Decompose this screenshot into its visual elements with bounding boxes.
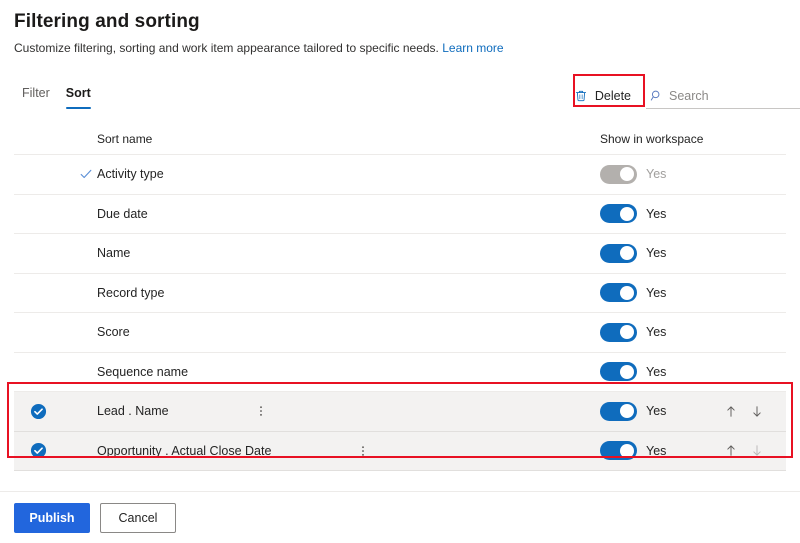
row-hover-check-cell [14, 167, 97, 181]
toggle-knob [620, 404, 634, 419]
more-options-icon[interactable] [255, 404, 267, 418]
show-in-workspace-toggle[interactable] [600, 401, 637, 421]
row-checkbox-checked-icon[interactable] [30, 403, 47, 420]
show-in-workspace-toggle[interactable] [600, 204, 637, 224]
row-name-label: Name [97, 246, 131, 261]
checkmark-icon[interactable] [79, 167, 93, 181]
tab-filter[interactable]: Filter [14, 74, 58, 111]
command-bar: Filter Sort Delete [0, 74, 800, 118]
toggle-state-label: Yes [646, 246, 667, 261]
row-name-label: Lead . Name [97, 404, 169, 419]
trash-icon [574, 89, 588, 103]
row-overflow-cell [271, 444, 461, 458]
more-options-icon[interactable] [357, 444, 369, 458]
row-name-cell: Sequence name [97, 364, 600, 380]
tab-sort[interactable]: Sort [58, 74, 99, 111]
row-show-in-workspace-cell: Yes [600, 283, 724, 303]
row-name-cell: Lead . Name [97, 403, 600, 419]
row-checkbox-cell [14, 442, 97, 459]
row-show-in-workspace-cell: Yes [600, 204, 724, 224]
row-checkbox-checked-icon[interactable] [30, 442, 47, 459]
sort-table: Sort name Show in workspace Activity typ… [0, 124, 800, 471]
toggle-knob [620, 206, 634, 221]
table-row[interactable]: Due date Yes [14, 195, 786, 234]
search-input[interactable] [669, 88, 789, 103]
row-name-cell: Name [97, 245, 600, 261]
row-name-cell: Activity type [97, 166, 600, 182]
row-show-in-workspace-cell: Yes [600, 164, 724, 184]
search-icon [650, 89, 663, 102]
delete-button[interactable]: Delete [565, 82, 640, 110]
row-name-label: Sequence name [97, 364, 189, 379]
toggle-knob [620, 325, 634, 340]
command-bar-actions: Delete [565, 74, 800, 118]
row-reorder-cell [724, 404, 786, 419]
show-in-workspace-toggle[interactable] [600, 283, 637, 303]
row-name-label: Score [97, 325, 130, 340]
row-name-label: Due date [97, 206, 148, 221]
tab-list: Filter Sort [0, 74, 99, 118]
show-in-workspace-toggle[interactable] [600, 243, 637, 263]
header-show-in-workspace: Show in workspace [600, 132, 704, 146]
page-header: Filtering and sorting Customize filterin… [0, 0, 800, 56]
search-box[interactable] [646, 84, 800, 109]
table-header-row: Sort name Show in workspace [14, 124, 786, 155]
publish-button[interactable]: Publish [14, 502, 90, 533]
toggle-state-label: Yes [646, 404, 667, 419]
row-name-cell: Record type [97, 285, 600, 301]
row-show-in-workspace-cell: Yes [600, 441, 724, 461]
table-row[interactable]: Opportunity . Actual Close Date Yes [14, 431, 786, 471]
row-name-label: Opportunity . Actual Close Date [97, 443, 272, 458]
move-up-icon[interactable] [724, 443, 738, 458]
move-up-icon[interactable] [724, 404, 738, 419]
tab-sort-label: Sort [65, 86, 91, 100]
cancel-button[interactable]: Cancel [100, 502, 176, 533]
toggle-knob [620, 364, 634, 379]
table-row[interactable]: Activity type Yes [14, 155, 786, 195]
table-row[interactable]: Lead . Name Yes [14, 392, 786, 432]
toggle-state-label: Yes [646, 443, 667, 458]
row-name-cell: Opportunity . Actual Close Date [97, 443, 600, 459]
move-down-icon [750, 443, 764, 458]
toggle-state-label: Yes [646, 285, 667, 300]
toggle-knob [620, 167, 634, 182]
toggle-state-label: Yes [646, 364, 667, 379]
row-show-in-workspace-cell: Yes [600, 243, 724, 263]
toggle-state-label: Yes [646, 325, 667, 340]
toggle-knob [620, 443, 634, 458]
show-in-workspace-toggle [600, 164, 637, 184]
table-body: Activity type Yes Due date Yes Name Yes Record… [0, 155, 800, 471]
footer-action-bar: Publish Cancel [0, 491, 800, 543]
toggle-knob [620, 285, 634, 300]
toggle-state-label: Yes [646, 206, 667, 221]
row-show-in-workspace-cell: Yes [600, 322, 724, 342]
move-down-icon[interactable] [750, 404, 764, 419]
row-overflow-cell [169, 404, 359, 418]
delete-button-label: Delete [594, 89, 631, 103]
toggle-knob [620, 246, 634, 261]
table-row[interactable]: Score Yes [14, 313, 786, 353]
row-name-label: Record type [97, 285, 165, 300]
table-row[interactable]: Name Yes [14, 234, 786, 274]
row-reorder-cell [724, 443, 786, 458]
tab-filter-label: Filter [22, 86, 50, 100]
tab-active-indicator [65, 106, 91, 109]
row-show-in-workspace-cell: Yes [600, 362, 724, 382]
page-subtitle-text: Customize filtering, sorting and work it… [14, 41, 439, 55]
row-name-cell: Due date [97, 206, 600, 222]
page-title: Filtering and sorting [14, 11, 200, 32]
show-in-workspace-toggle[interactable] [600, 362, 637, 382]
row-checkbox-cell [14, 403, 97, 420]
learn-more-link[interactable]: Learn more [442, 41, 503, 55]
show-in-workspace-toggle[interactable] [600, 441, 637, 461]
table-row[interactable]: Record type Yes [14, 274, 786, 313]
row-name-cell: Score [97, 324, 600, 340]
show-in-workspace-toggle[interactable] [600, 322, 637, 342]
row-name-label: Activity type [97, 167, 164, 182]
header-sort-name: Sort name [97, 132, 153, 146]
table-row[interactable]: Sequence name Yes [14, 353, 786, 392]
page-subtitle: Customize filtering, sorting and work it… [14, 40, 786, 56]
row-show-in-workspace-cell: Yes [600, 401, 724, 421]
toggle-state-label: Yes [646, 167, 667, 182]
